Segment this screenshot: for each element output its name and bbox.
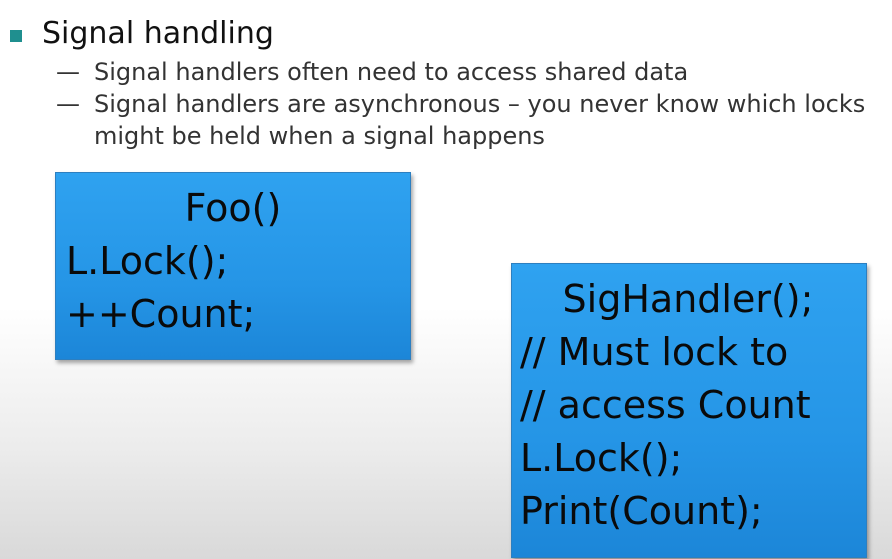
sighandler-code-line: // Must lock to: [520, 330, 789, 374]
bullet-heading: Signal handling: [42, 16, 274, 51]
slide: Signal handling — Signal handlers often …: [0, 0, 892, 559]
sub-bullet-item: — Signal handlers often need to access s…: [56, 56, 886, 88]
foo-code-line: ++Count;: [66, 292, 256, 336]
sighandler-code-line: // access Count: [520, 383, 811, 427]
sighandler-box-title: SigHandler();: [562, 277, 814, 321]
square-bullet-icon: [10, 30, 22, 42]
main-bullet: Signal handling: [10, 14, 274, 54]
foo-code-box: Foo() L.Lock(); ++Count;: [55, 172, 411, 360]
sighandler-code-line: Print(Count);: [520, 489, 763, 533]
sub-bullet-list: — Signal handlers often need to access s…: [56, 56, 886, 152]
foo-code-line: L.Lock();: [66, 239, 229, 283]
foo-box-title: Foo(): [184, 186, 282, 230]
sub-bullet-item: — Signal handlers are asynchronous – you…: [56, 88, 886, 152]
dash-icon: —: [56, 90, 80, 118]
dash-icon: —: [56, 58, 80, 86]
sighandler-code-line: L.Lock();: [520, 436, 683, 480]
sighandler-code-box: SigHandler(); // Must lock to // access …: [511, 263, 867, 558]
sub-bullet-text: Signal handlers are asynchronous – you n…: [94, 90, 866, 150]
sub-bullet-text: Signal handlers often need to access sha…: [94, 58, 689, 86]
